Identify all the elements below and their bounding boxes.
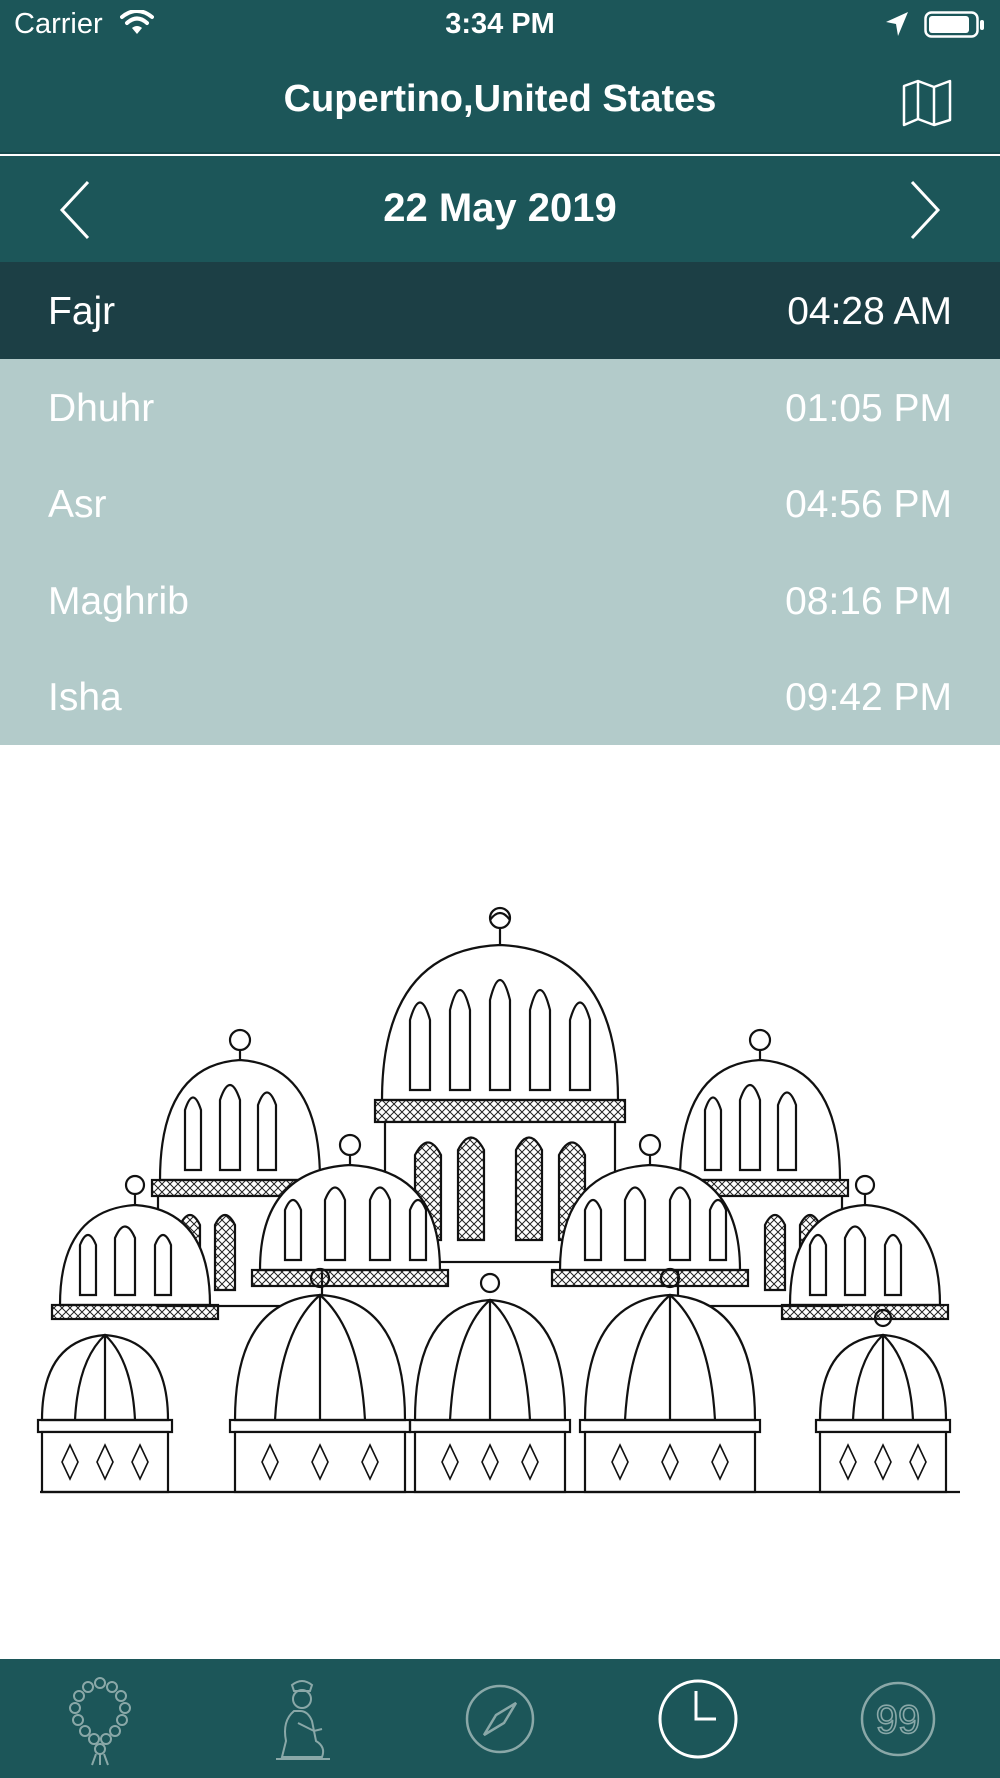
prayer-time: 09:42 PM <box>785 676 952 719</box>
prayer-name: Maghrib <box>48 579 189 623</box>
prayer-row-fajr[interactable]: Fajr 04:28 AM <box>0 262 1000 359</box>
prayer-name: Isha <box>48 676 122 719</box>
tab-bar: 99 <box>0 1659 1000 1778</box>
prayer-time: 08:16 PM <box>785 579 952 623</box>
date-navigator: 22 May 2019 <box>0 156 1000 262</box>
prayer-name: Dhuhr <box>48 386 155 430</box>
date-label: 22 May 2019 <box>383 186 617 230</box>
map-icon[interactable] <box>900 78 954 128</box>
names-99-icon[interactable]: 99 <box>852 1671 948 1767</box>
compass-icon[interactable] <box>452 1671 548 1767</box>
prayer-time: 04:28 AM <box>787 290 952 333</box>
prayer-row-asr[interactable]: Asr 04:56 PM <box>0 455 1000 552</box>
prayer-name: Asr <box>48 483 107 526</box>
clock-time: 3:34 PM <box>445 8 555 40</box>
prayer-row-maghrib[interactable]: Maghrib 08:16 PM <box>0 551 1000 648</box>
status-bar: Carrier 3:34 PM <box>0 0 1000 52</box>
location-title: Cupertino,United States <box>283 78 717 120</box>
navigation-bar: Cupertino,United States <box>0 52 1000 154</box>
names-99-label: 99 <box>876 1698 921 1742</box>
praying-person-icon[interactable] <box>252 1671 348 1767</box>
clock-icon[interactable] <box>652 1671 748 1767</box>
prayer-beads-icon[interactable] <box>52 1671 148 1767</box>
prayer-time: 04:56 PM <box>785 483 952 526</box>
prayer-row-dhuhr[interactable]: Dhuhr 01:05 PM <box>0 358 1000 455</box>
prayer-time: 01:05 PM <box>785 386 952 430</box>
chevron-right-icon[interactable] <box>900 178 944 242</box>
prayer-times-list: Fajr 04:28 AM Dhuhr 01:05 PM Asr 04:56 P… <box>0 262 1000 745</box>
mosque-illustration <box>30 900 970 1580</box>
location-arrow-icon <box>884 10 910 43</box>
prayer-name: Fajr <box>48 290 116 333</box>
prayer-row-isha[interactable]: Isha 09:42 PM <box>0 648 1000 745</box>
battery-icon <box>924 11 986 44</box>
